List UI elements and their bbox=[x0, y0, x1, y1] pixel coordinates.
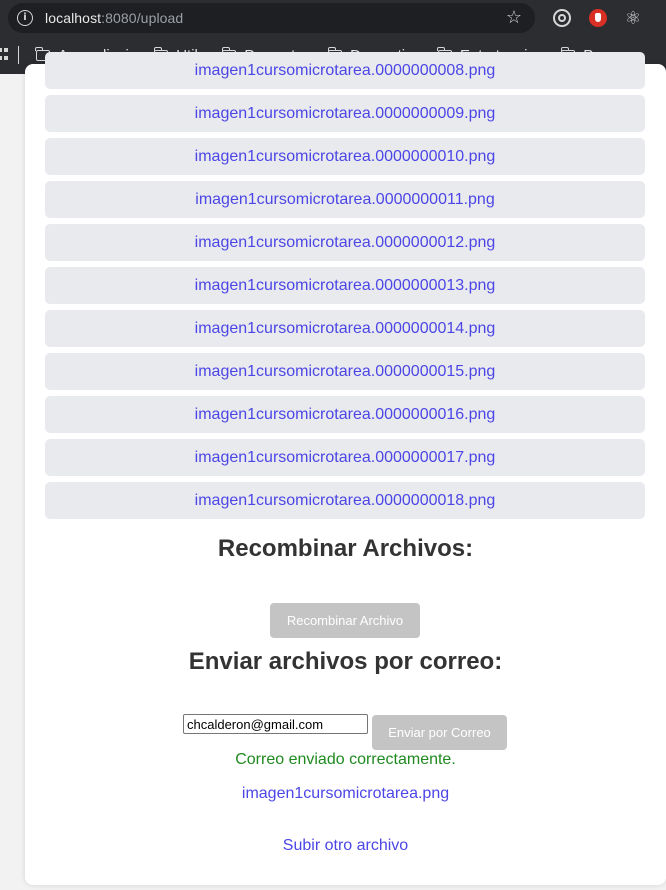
file-link[interactable]: imagen1cursomicrotarea.0000000012.png bbox=[195, 234, 496, 252]
file-link[interactable]: imagen1cursomicrotarea.0000000008.png bbox=[195, 62, 496, 80]
extension-react-icon[interactable]: ⚛ bbox=[624, 9, 642, 27]
page-viewport: imagen1cursomicrotarea.0000000008.png im… bbox=[0, 52, 666, 890]
file-link[interactable]: imagen1cursomicrotarea.0000000017.png bbox=[195, 449, 496, 467]
url-host: localhost bbox=[45, 10, 102, 26]
list-item: imagen1cursomicrotarea.0000000013.png bbox=[45, 267, 645, 304]
list-item: imagen1cursomicrotarea.0000000017.png bbox=[45, 439, 645, 476]
result-file-link[interactable]: imagen1cursomicrotarea.png bbox=[25, 785, 666, 803]
bookmarks-separator bbox=[18, 46, 19, 64]
list-item: imagen1cursomicrotarea.0000000011.png bbox=[45, 181, 645, 218]
extension-target-icon[interactable] bbox=[553, 9, 571, 27]
recombine-button[interactable]: Recombinar Archivo bbox=[270, 603, 420, 638]
upload-card: imagen1cursomicrotarea.0000000008.png im… bbox=[25, 52, 666, 885]
file-link[interactable]: imagen1cursomicrotarea.0000000014.png bbox=[195, 320, 496, 338]
list-item: imagen1cursomicrotarea.0000000018.png bbox=[45, 482, 645, 519]
file-link[interactable]: imagen1cursomicrotarea.0000000009.png bbox=[195, 105, 496, 123]
file-link[interactable]: imagen1cursomicrotarea.0000000018.png bbox=[195, 492, 496, 510]
address-bar[interactable]: i localhost:8080/upload ☆ bbox=[8, 3, 535, 33]
success-message: Correo enviado correctamente. bbox=[235, 751, 456, 768]
url-text: localhost:8080/upload bbox=[45, 10, 183, 26]
list-item: imagen1cursomicrotarea.0000000015.png bbox=[45, 353, 645, 390]
file-link[interactable]: imagen1cursomicrotarea.0000000010.png bbox=[195, 148, 496, 166]
recombine-title: Recombinar Archivos: bbox=[217, 535, 474, 562]
browser-toolbar: i localhost:8080/upload ☆ ⚛ bbox=[0, 0, 666, 36]
apps-grid-icon[interactable] bbox=[0, 48, 8, 62]
site-info-icon[interactable]: i bbox=[17, 10, 33, 26]
file-link[interactable]: imagen1cursomicrotarea.0000000011.png bbox=[195, 191, 494, 209]
extension-hand-icon[interactable] bbox=[589, 9, 607, 27]
file-link[interactable]: imagen1cursomicrotarea.0000000016.png bbox=[195, 406, 496, 424]
list-item: imagen1cursomicrotarea.0000000008.png bbox=[45, 52, 645, 89]
email-title: Enviar archivos por correo: bbox=[188, 648, 503, 675]
list-item: imagen1cursomicrotarea.0000000016.png bbox=[45, 396, 645, 433]
url-path: :8080/upload bbox=[101, 10, 184, 26]
file-list: imagen1cursomicrotarea.0000000008.png im… bbox=[45, 52, 645, 525]
email-input[interactable] bbox=[183, 714, 368, 734]
list-item: imagen1cursomicrotarea.0000000010.png bbox=[45, 138, 645, 175]
list-item: imagen1cursomicrotarea.0000000009.png bbox=[45, 95, 645, 132]
upload-another-link[interactable]: Subir otro archivo bbox=[25, 837, 666, 855]
bookmark-star-icon[interactable]: ☆ bbox=[506, 7, 522, 28]
send-email-button[interactable]: Enviar por Correo bbox=[372, 715, 507, 750]
list-item: imagen1cursomicrotarea.0000000014.png bbox=[45, 310, 645, 347]
list-item: imagen1cursomicrotarea.0000000012.png bbox=[45, 224, 645, 261]
file-link[interactable]: imagen1cursomicrotarea.0000000013.png bbox=[195, 277, 496, 295]
file-link[interactable]: imagen1cursomicrotarea.0000000015.png bbox=[195, 363, 496, 381]
